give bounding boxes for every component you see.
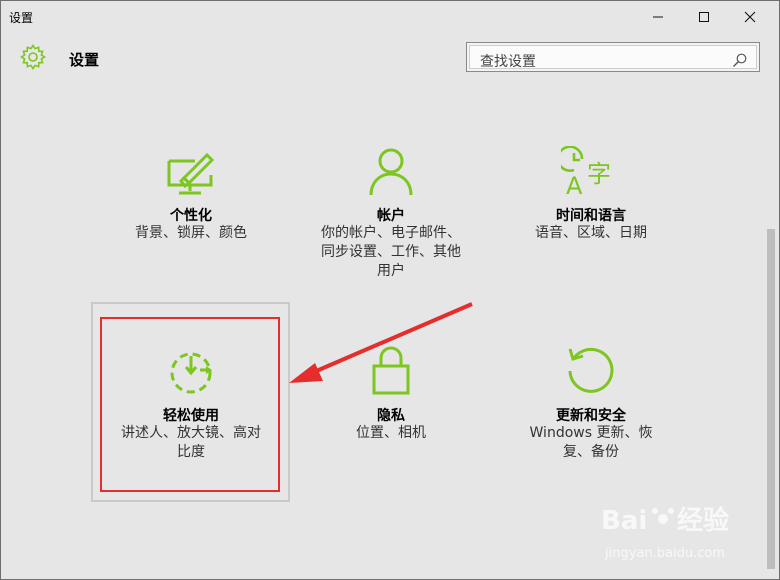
title-bar: 设置 bbox=[1, 1, 779, 33]
settings-window: 设置 设置 查找设置 个性化 背景、锁屏、颜色 帐户 你的帐户、电子邮件、 同步… bbox=[0, 0, 780, 580]
personalization-icon bbox=[167, 152, 215, 195]
search-icon[interactable] bbox=[732, 52, 748, 68]
tile-label: 隐私 bbox=[377, 408, 405, 424]
maximize-button[interactable] bbox=[681, 1, 727, 33]
tile-description: 你的帐户、电子邮件、 bbox=[321, 225, 461, 241]
tile-label: 个性化 bbox=[170, 208, 212, 224]
tile-description: 位置、相机 bbox=[356, 425, 426, 441]
tile-description: 复、备份 bbox=[563, 444, 619, 460]
gear-icon bbox=[20, 44, 46, 70]
maximize-icon bbox=[699, 12, 709, 22]
tile-description: 同步设置、工作、其他 bbox=[321, 244, 461, 260]
svg-text:经验: 经验 bbox=[677, 505, 729, 536]
search-input[interactable]: 查找设置 bbox=[466, 42, 760, 72]
person-icon bbox=[369, 148, 413, 196]
scrollbar-thumb[interactable] bbox=[767, 229, 775, 569]
tile-description: 语音、区域、日期 bbox=[535, 225, 647, 241]
tile-update-security[interactable]: 更新和安全 Windows 更新、恢 复、备份 bbox=[511, 341, 671, 471]
tile-description: Windows 更新、恢 bbox=[529, 425, 653, 441]
close-button[interactable] bbox=[727, 1, 773, 33]
svg-text:Bai: Bai bbox=[601, 506, 647, 536]
tile-label: 时间和语言 bbox=[556, 208, 626, 224]
refresh-icon bbox=[568, 347, 614, 393]
tile-description: 背景、锁屏、颜色 bbox=[135, 225, 247, 241]
search-placeholder: 查找设置 bbox=[480, 54, 536, 70]
svg-text:A: A bbox=[566, 172, 583, 196]
tile-time-language[interactable]: A 字 时间和语言 语音、区域、日期 bbox=[511, 141, 671, 251]
tile-accounts[interactable]: 帐户 你的帐户、电子邮件、 同步设置、工作、其他 用户 bbox=[311, 141, 471, 281]
time-language-icon: A 字 bbox=[561, 146, 611, 196]
window-title: 设置 bbox=[9, 11, 34, 25]
tile-description: 用户 bbox=[377, 263, 405, 279]
highlight-box bbox=[100, 317, 280, 492]
close-icon bbox=[744, 11, 756, 23]
tile-label: 帐户 bbox=[377, 208, 405, 224]
tile-label: 更新和安全 bbox=[556, 408, 626, 424]
search-field-inner[interactable]: 查找设置 bbox=[469, 45, 757, 70]
minimize-icon bbox=[653, 16, 663, 18]
tile-personalization[interactable]: 个性化 背景、锁屏、颜色 bbox=[111, 141, 271, 251]
page-title: 设置 bbox=[69, 51, 100, 69]
minimize-button[interactable] bbox=[635, 1, 681, 33]
watermark-text: jingyan.baidu.com bbox=[605, 546, 725, 561]
annotation-arrow-icon bbox=[289, 302, 473, 383]
svg-text:字: 字 bbox=[587, 160, 611, 188]
